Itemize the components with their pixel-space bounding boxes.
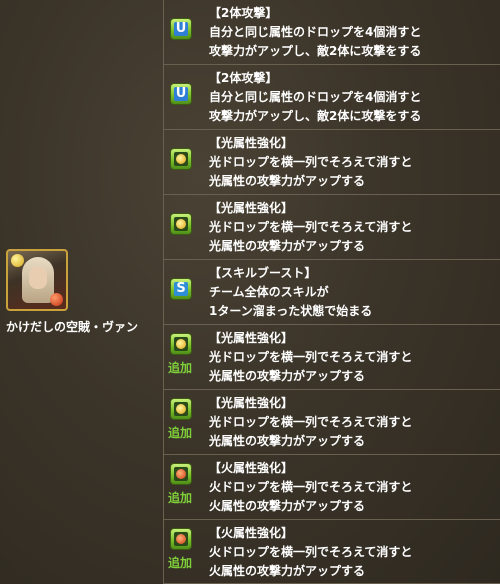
awakening-description: 【光属性強化】光ドロップを横一列でそろえて消すと 光属性の攻撃力がアップする [209,329,412,386]
awakening-icon-glyph [171,529,191,549]
awakening-description-line: 光ドロップを横一列でそろえて消すと [209,220,413,234]
awakening-description-line: 自分と同じ属性のドロップを4個消すと [209,90,422,104]
fire-attribute-orb-icon [50,293,63,306]
awakening-description: 【火属性強化】火ドロップを横一列でそろえて消すと 火属性の攻撃力がアップする [209,459,412,516]
added-awakening-tag: 追加 [168,361,193,375]
awakening-description: 【光属性強化】光ドロップを横一列でそろえて消すと 光属性の攻撃力がアップする [209,134,412,191]
awakening-icon-glyph [171,214,191,234]
two-pronged-attack-icon[interactable]: U [170,18,192,40]
awakening-description-line: 自分と同じ属性のドロップを4個消すと [209,25,422,39]
two-pronged-attack-icon[interactable]: U [170,83,192,105]
awakening-title: 【光属性強化】 [209,136,294,150]
awakening-description-line: 光属性の攻撃力がアップする [209,369,366,383]
awakening-description-line: 火属性の攻撃力がアップする [209,499,366,513]
monster-name: かけだしの空賊・ヴァン [6,320,139,334]
awakening-row: U 【2体攻撃】自分と同じ属性のドロップを4個消すと 攻撃力がアップし、敵2体に攻撃… [164,0,500,65]
awakening-row: 追加 【火属性強化】火ドロップを横一列でそろえて消すと 火属性の攻撃力がアップする [164,520,500,584]
awakening-description-line: 火ドロップを横一列でそろえて消すと [209,545,413,559]
awakening-description-line: 光属性の攻撃力がアップする [209,174,366,188]
enhanced-light-row-icon[interactable] [170,148,192,170]
skill-boost-icon[interactable]: S [170,278,192,300]
monster-portrait-face [29,267,47,289]
awakening-table-panel: かけだしの空賊・ヴァン U 【2体攻撃】 自分と同じ属性のドロップを4個消すと 攻撃力… [0,0,500,584]
awakening-description: 【2体攻撃】自分と同じ属性のドロップを4個消すと 攻撃力がアップし、敵2体に攻撃を… [209,4,421,61]
enhanced-fire-row-icon[interactable] [170,528,192,550]
awakening-description-line: 1ターン溜まった状態で始まる [209,304,373,318]
awakening-title: 【火属性強化】 [209,526,294,540]
enhanced-light-row-icon[interactable] [170,213,192,235]
awakening-icon-glyph: U [175,21,187,36]
awakening-description: 【光属性強化】光ドロップを横一列でそろえて消すと 光属性の攻撃力がアップする [209,199,412,256]
awakening-title: 【2体攻撃】 [209,6,278,20]
awakening-description-line: 光ドロップを横一列でそろえて消すと [209,415,413,429]
enhanced-fire-row-icon[interactable] [170,463,192,485]
awakening-description-line: 光ドロップを横一列でそろえて消すと [209,155,413,169]
awakening-title: 【スキルブースト】 [209,266,317,280]
awakening-title: 【2体攻撃】 [209,71,278,85]
awakening-row: 追加 【光属性強化】光ドロップを横一列でそろえて消すと 光属性の攻撃力がアップする [164,390,500,455]
awakening-description: 【2体攻撃】自分と同じ属性のドロップを4個消すと 攻撃力がアップし、敵2体に攻撃を… [209,69,421,126]
awakening-description: 【スキルブースト】 チーム全体のスキルが 1ターン溜まった状態で始まる [209,264,372,321]
awakening-title: 【光属性強化】 [209,396,294,410]
awakening-description: 【火属性強化】火ドロップを横一列でそろえて消すと 火属性の攻撃力がアップする [209,524,412,581]
awakening-icon-glyph [171,149,191,169]
monster-portrait[interactable] [6,249,68,311]
awakening-title: 【火属性強化】 [209,461,294,475]
awakening-description-line: 攻撃力がアップし、敵2体に攻撃をする [209,44,422,58]
awakening-icon-glyph [171,334,191,354]
awakening-icon-glyph [171,399,191,419]
awakening-icon-glyph: U [175,86,187,101]
awakening-icon-glyph [171,464,191,484]
awakening-description: 【光属性強化】光ドロップを横一列でそろえて消すと 光属性の攻撃力がアップする [209,394,412,451]
awakening-description-line: 光ドロップを横一列でそろえて消すと [209,350,413,364]
light-attribute-orb-icon [11,254,24,267]
awakening-table: かけだしの空賊・ヴァン U 【2体攻撃】 自分と同じ属性のドロップを4個消すと 攻撃力… [0,0,500,584]
awakening-description-line: 火属性の攻撃力がアップする [209,564,366,578]
awakening-row: 【光属性強化】光ドロップを横一列でそろえて消すと 光属性の攻撃力がアップする [164,130,500,195]
added-awakening-tag: 追加 [168,426,193,440]
awakening-row: 追加 【光属性強化】光ドロップを横一列でそろえて消すと 光属性の攻撃力がアップする [164,325,500,390]
awakening-title: 【光属性強化】 [209,201,294,215]
awakening-row: 追加 【火属性強化】火ドロップを横一列でそろえて消すと 火属性の攻撃力がアップする [164,455,500,520]
awakening-description-line: 光属性の攻撃力がアップする [209,239,366,253]
awakening-description-line: 攻撃力がアップし、敵2体に攻撃をする [209,109,422,123]
awakening-description-line: 火ドロップを横一列でそろえて消すと [209,480,413,494]
added-awakening-tag: 追加 [168,491,193,505]
enhanced-light-row-icon[interactable] [170,333,192,355]
awakening-row: S 【スキルブースト】 チーム全体のスキルが 1ターン溜まった状態で始まる [164,260,500,325]
awakening-icon-glyph: S [176,281,186,296]
awakening-description-line: チーム全体のスキルが [209,285,329,299]
awakening-row: 【光属性強化】光ドロップを横一列でそろえて消すと 光属性の攻撃力がアップする [164,195,500,260]
added-awakening-tag: 追加 [168,556,193,570]
awakening-row: U 【2体攻撃】自分と同じ属性のドロップを4個消すと 攻撃力がアップし、敵2体に攻撃… [164,65,500,130]
enhanced-light-row-icon[interactable] [170,398,192,420]
awakening-title: 【光属性強化】 [209,331,294,345]
awakening-description-line: 光属性の攻撃力がアップする [209,434,366,448]
monster-cell: かけだしの空賊・ヴァン [0,0,164,584]
